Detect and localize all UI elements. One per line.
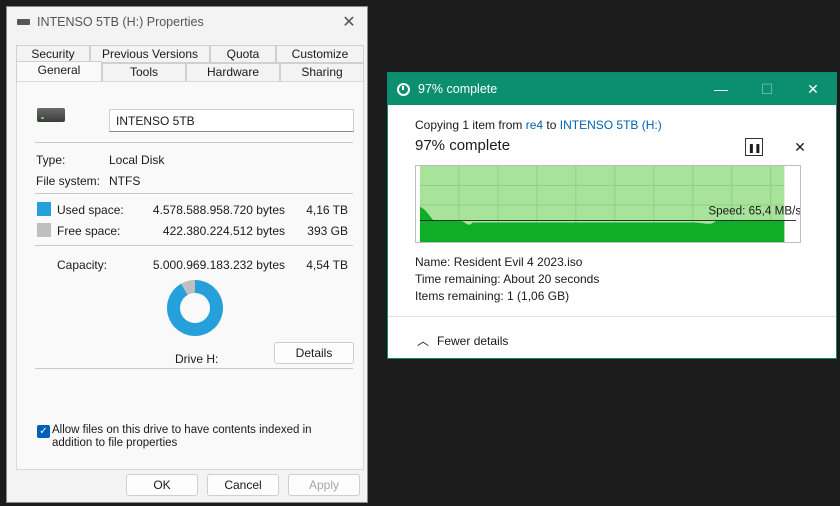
time-remaining-row: Time remaining: About 20 seconds [415, 272, 599, 286]
transfer-speed-graph: Speed: 65,4 MB/s [415, 165, 801, 243]
clock-icon [397, 82, 410, 96]
close-icon[interactable]: ✕ [339, 12, 359, 32]
copying-summary: Copying 1 item from re4 to INTENSO 5TB (… [415, 118, 662, 132]
name-row: Name: Resident Evil 4 2023.iso [415, 255, 582, 269]
free-space-swatch [37, 223, 51, 237]
pause-icon[interactable]: ❚❚ [745, 138, 763, 156]
divider [35, 193, 353, 194]
chevron-up-icon: ︿ [417, 334, 430, 348]
items-remaining-row: Items remaining: 1 (1,06 GB) [415, 289, 569, 303]
copy-progress-window: 97% complete — ☐ ✕ Copying 1 item from r… [387, 72, 837, 359]
tab-quota[interactable]: Quota [210, 45, 276, 63]
progress-heading: 97% complete [415, 137, 511, 154]
hard-drive-icon [37, 108, 65, 122]
source-link[interactable]: re4 [526, 118, 543, 132]
properties-window: INTENSO 5TB (H:) Properties ✕ Security P… [6, 6, 368, 503]
used-space-swatch [37, 202, 51, 216]
close-icon[interactable]: ✕ [791, 138, 809, 156]
name-value: Resident Evil 4 2023.iso [453, 255, 583, 269]
items-remaining-value: 1 (1,06 GB) [507, 289, 570, 303]
time-remaining-label: Time remaining: [415, 272, 501, 286]
tab-sharing[interactable]: Sharing [280, 63, 364, 81]
window-title: INTENSO 5TB (H:) Properties [37, 15, 204, 29]
free-space-bytes: 422.380.224.512 bytes [162, 224, 285, 238]
used-space-label: Used space: [57, 203, 124, 217]
index-checkbox-label: Allow files on this drive to have conten… [52, 424, 312, 449]
minimize-icon[interactable]: — [698, 73, 744, 105]
general-panel: INTENSO 5TB Type: Local Disk File system… [16, 81, 364, 470]
tab-customize[interactable]: Customize [276, 45, 364, 63]
file-system-label: File system: [36, 174, 101, 188]
tab-previous-versions[interactable]: Previous Versions [90, 45, 210, 63]
tab-general[interactable]: General [16, 61, 102, 81]
tab-strip: Security Previous Versions Quota Customi… [16, 45, 364, 81]
free-space-size: 393 GB [307, 224, 348, 238]
copy-window-title: 97% complete [418, 82, 498, 96]
divider [35, 368, 353, 369]
capacity-size: 4,54 TB [306, 258, 348, 272]
drive-icon [17, 19, 30, 25]
name-label: Name: [415, 255, 451, 269]
divider [35, 245, 353, 246]
divider [35, 142, 353, 143]
capacity-label: Capacity: [57, 258, 108, 272]
close-icon[interactable]: ✕ [790, 73, 836, 105]
properties-titlebar: INTENSO 5TB (H:) Properties ✕ [7, 7, 367, 37]
copying-prefix: Copying 1 item from [415, 118, 526, 132]
divider [388, 316, 836, 317]
items-remaining-label: Items remaining: [415, 289, 504, 303]
disk-usage-donut [167, 280, 223, 336]
fewer-details-label: Fewer details [437, 334, 509, 348]
details-button[interactable]: Details [274, 342, 354, 364]
free-space-label: Free space: [57, 224, 121, 238]
file-system-value: NTFS [109, 174, 141, 188]
drive-name-input[interactable]: INTENSO 5TB [109, 109, 354, 132]
capacity-bytes: 5.000.969.183.232 bytes [152, 258, 285, 272]
tab-hardware[interactable]: Hardware [186, 63, 280, 81]
drive-caption: Drive H: [175, 352, 219, 366]
copy-titlebar: 97% complete — ☐ ✕ [388, 73, 836, 105]
destination-link[interactable]: INTENSO 5TB (H:) [560, 118, 662, 132]
speed-label: Speed: 65,4 MB/s [708, 205, 801, 218]
fewer-details-button[interactable]: ︿ Fewer details [417, 332, 508, 349]
tab-tools[interactable]: Tools [102, 63, 186, 81]
cancel-button[interactable]: Cancel [207, 474, 279, 496]
type-value: Local Disk [109, 153, 165, 167]
time-remaining-value: About 20 seconds [503, 272, 600, 286]
index-checkbox[interactable]: ✓ [37, 425, 50, 438]
used-space-bytes: 4.578.588.958.720 bytes [152, 203, 285, 217]
used-space-size: 4,16 TB [306, 203, 348, 217]
type-label: Type: [36, 153, 66, 167]
maximize-icon[interactable]: ☐ [744, 73, 790, 105]
ok-button[interactable]: OK [126, 474, 198, 496]
apply-button[interactable]: Apply [288, 474, 360, 496]
to-word: to [543, 118, 560, 132]
